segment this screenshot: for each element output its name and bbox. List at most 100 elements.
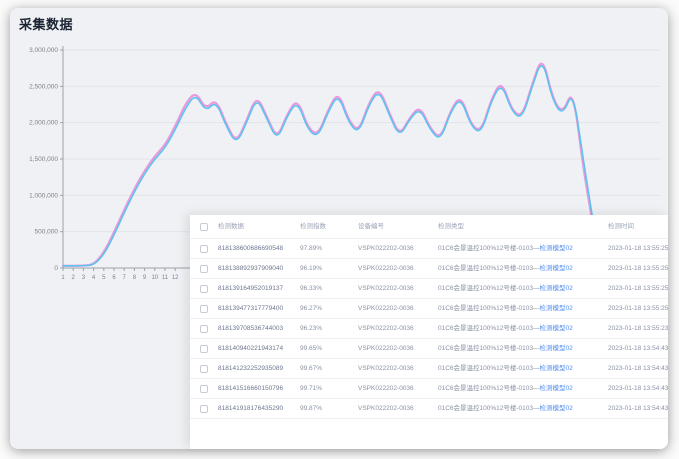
- svg-text:0: 0: [54, 265, 58, 272]
- svg-text:2,000,000: 2,000,000: [29, 120, 58, 127]
- table-header-row: 检测数据 检测指数 设备编号 检测类型 检测时间: [190, 215, 668, 239]
- row-checkbox[interactable]: [200, 365, 208, 373]
- col-header-device: 设备编号: [358, 215, 384, 239]
- row-timestamp: 2023-01-18 13:55:25: [608, 239, 668, 259]
- row-type-link[interactable]: 检测模型02: [540, 405, 573, 412]
- row-type-text: 01C6会景温控100%12号楼-0103—: [438, 345, 540, 352]
- row-index-pct: 99.67%: [300, 359, 322, 379]
- row-device-no: VSPK022202-0036: [358, 339, 414, 359]
- table-row: 818141516660150796 99.71% VSPK022202-003…: [190, 379, 668, 399]
- table-body: 818138600686690548 97.89% VSPK022202-003…: [190, 239, 668, 419]
- col-header-type: 检测类型: [438, 215, 464, 239]
- row-device-no: VSPK022202-0036: [358, 279, 414, 299]
- row-device-no: VSPK022202-0036: [358, 259, 414, 279]
- row-index-pct: 96.23%: [300, 319, 322, 339]
- row-timestamp: 2023-01-18 13:54:43: [608, 359, 668, 379]
- svg-text:9: 9: [143, 275, 147, 281]
- row-checkbox[interactable]: [200, 245, 208, 253]
- row-index-pct: 96.33%: [300, 279, 322, 299]
- row-type-link[interactable]: 检测模型02: [540, 285, 573, 292]
- row-type: 01C6会景温控100%12号楼-0103—检测模型02: [438, 259, 573, 279]
- svg-text:500,000: 500,000: [35, 229, 59, 236]
- row-id: 818141516660150796: [218, 379, 283, 399]
- row-type-text: 01C6会景温控100%12号楼-0103—: [438, 305, 540, 312]
- row-device-no: VSPK022202-0036: [358, 379, 414, 399]
- col-header-time: 检测时间: [608, 215, 634, 239]
- row-id: 818141232252935089: [218, 359, 283, 379]
- data-table-panel: 检测数据 检测指数 设备编号 检测类型 检测时间 818138600686690…: [190, 215, 668, 449]
- row-type-text: 01C6会景温控100%12号楼-0103—: [438, 385, 540, 392]
- row-index-pct: 99.87%: [300, 399, 322, 419]
- select-all-checkbox[interactable]: [200, 223, 208, 231]
- row-type: 01C6会景温控100%12号楼-0103—检测模型02: [438, 379, 573, 399]
- row-id: 818139708536744003: [218, 319, 283, 339]
- svg-text:1: 1: [61, 275, 65, 281]
- row-checkbox[interactable]: [200, 265, 208, 273]
- row-type-text: 01C6会景温控100%12号楼-0103—: [438, 325, 540, 332]
- svg-text:2,500,000: 2,500,000: [29, 83, 58, 90]
- row-type: 01C6会景温控100%12号楼-0103—检测模型02: [438, 399, 573, 419]
- svg-text:7: 7: [123, 275, 127, 281]
- row-checkbox[interactable]: [200, 345, 208, 353]
- row-type-text: 01C6会景温控100%12号楼-0103—: [438, 285, 540, 292]
- row-type-link[interactable]: 检测模型02: [540, 365, 573, 372]
- row-checkbox[interactable]: [200, 385, 208, 393]
- row-type-text: 01C6会景温控100%12号楼-0103—: [438, 245, 540, 252]
- svg-text:1,500,000: 1,500,000: [29, 156, 58, 163]
- svg-text:10: 10: [151, 275, 158, 281]
- col-header-data-id: 检测数据: [218, 215, 244, 239]
- svg-text:6: 6: [112, 275, 116, 281]
- svg-text:4: 4: [92, 275, 96, 281]
- row-device-no: VSPK022202-0036: [358, 399, 414, 419]
- row-checkbox[interactable]: [200, 285, 208, 293]
- row-type: 01C6会景温控100%12号楼-0103—检测模型02: [438, 339, 573, 359]
- svg-text:5: 5: [102, 275, 106, 281]
- row-type-text: 01C6会景温控100%12号楼-0103—: [438, 265, 540, 272]
- row-type-link[interactable]: 检测模型02: [540, 385, 573, 392]
- row-type: 01C6会景温控100%12号楼-0103—检测模型02: [438, 239, 573, 259]
- row-type: 01C6会景温控100%12号楼-0103—检测模型02: [438, 319, 573, 339]
- row-device-no: VSPK022202-0036: [358, 319, 414, 339]
- row-index-pct: 96.27%: [300, 299, 322, 319]
- row-type: 01C6会景温控100%12号楼-0103—检测模型02: [438, 299, 573, 319]
- row-type-link[interactable]: 检测模型02: [540, 305, 573, 312]
- svg-text:2: 2: [72, 275, 76, 281]
- table-row: 818141232252935089 99.67% VSPK022202-003…: [190, 359, 668, 379]
- row-checkbox[interactable]: [200, 325, 208, 333]
- row-timestamp: 2023-01-18 13:55:25: [608, 259, 668, 279]
- col-header-index: 检测指数: [300, 215, 326, 239]
- row-device-no: VSPK022202-0036: [358, 359, 414, 379]
- page-card: 采集数据 3,000,0002,500,0002,000,0001,500,00…: [10, 8, 668, 449]
- row-type-link[interactable]: 检测模型02: [540, 265, 573, 272]
- svg-text:11: 11: [162, 275, 169, 281]
- row-id: 818138600686690548: [218, 239, 283, 259]
- row-timestamp: 2023-01-18 13:54:43: [608, 379, 668, 399]
- row-checkbox[interactable]: [200, 305, 208, 313]
- row-device-no: VSPK022202-0036: [358, 239, 414, 259]
- row-timestamp: 2023-01-18 13:55:25: [608, 299, 668, 319]
- row-checkbox[interactable]: [200, 405, 208, 413]
- row-id: 818139477317779400: [218, 299, 283, 319]
- row-type-text: 01C6会景温控100%12号楼-0103—: [438, 405, 540, 412]
- table-row: 818139477317779400 96.27% VSPK022202-003…: [190, 299, 668, 319]
- table-row: 818141918176435290 99.87% VSPK022202-003…: [190, 399, 668, 419]
- row-index-pct: 97.89%: [300, 239, 322, 259]
- table-row: 818139164952019137 96.33% VSPK022202-003…: [190, 279, 668, 299]
- svg-text:8: 8: [133, 275, 137, 281]
- row-type-link[interactable]: 检测模型02: [540, 245, 573, 252]
- table-row: 818139708536744003 96.23% VSPK022202-003…: [190, 319, 668, 339]
- svg-text:1,000,000: 1,000,000: [29, 192, 58, 199]
- row-id: 818139164952019137: [218, 279, 283, 299]
- row-type-link[interactable]: 检测模型02: [540, 325, 573, 332]
- row-type: 01C6会景温控100%12号楼-0103—检测模型02: [438, 279, 573, 299]
- row-index-pct: 96.19%: [300, 259, 322, 279]
- row-type-link[interactable]: 检测模型02: [540, 345, 573, 352]
- table-row: 818140940221943174 99.65% VSPK022202-003…: [190, 339, 668, 359]
- svg-text:12: 12: [172, 275, 179, 281]
- row-timestamp: 2023-01-18 13:55:25: [608, 279, 668, 299]
- row-device-no: VSPK022202-0036: [358, 299, 414, 319]
- row-timestamp: 2023-01-18 13:54:43: [608, 399, 668, 419]
- row-timestamp: 2023-01-18 13:55:23: [608, 319, 668, 339]
- row-id: 818140940221943174: [218, 339, 283, 359]
- svg-text:3: 3: [82, 275, 86, 281]
